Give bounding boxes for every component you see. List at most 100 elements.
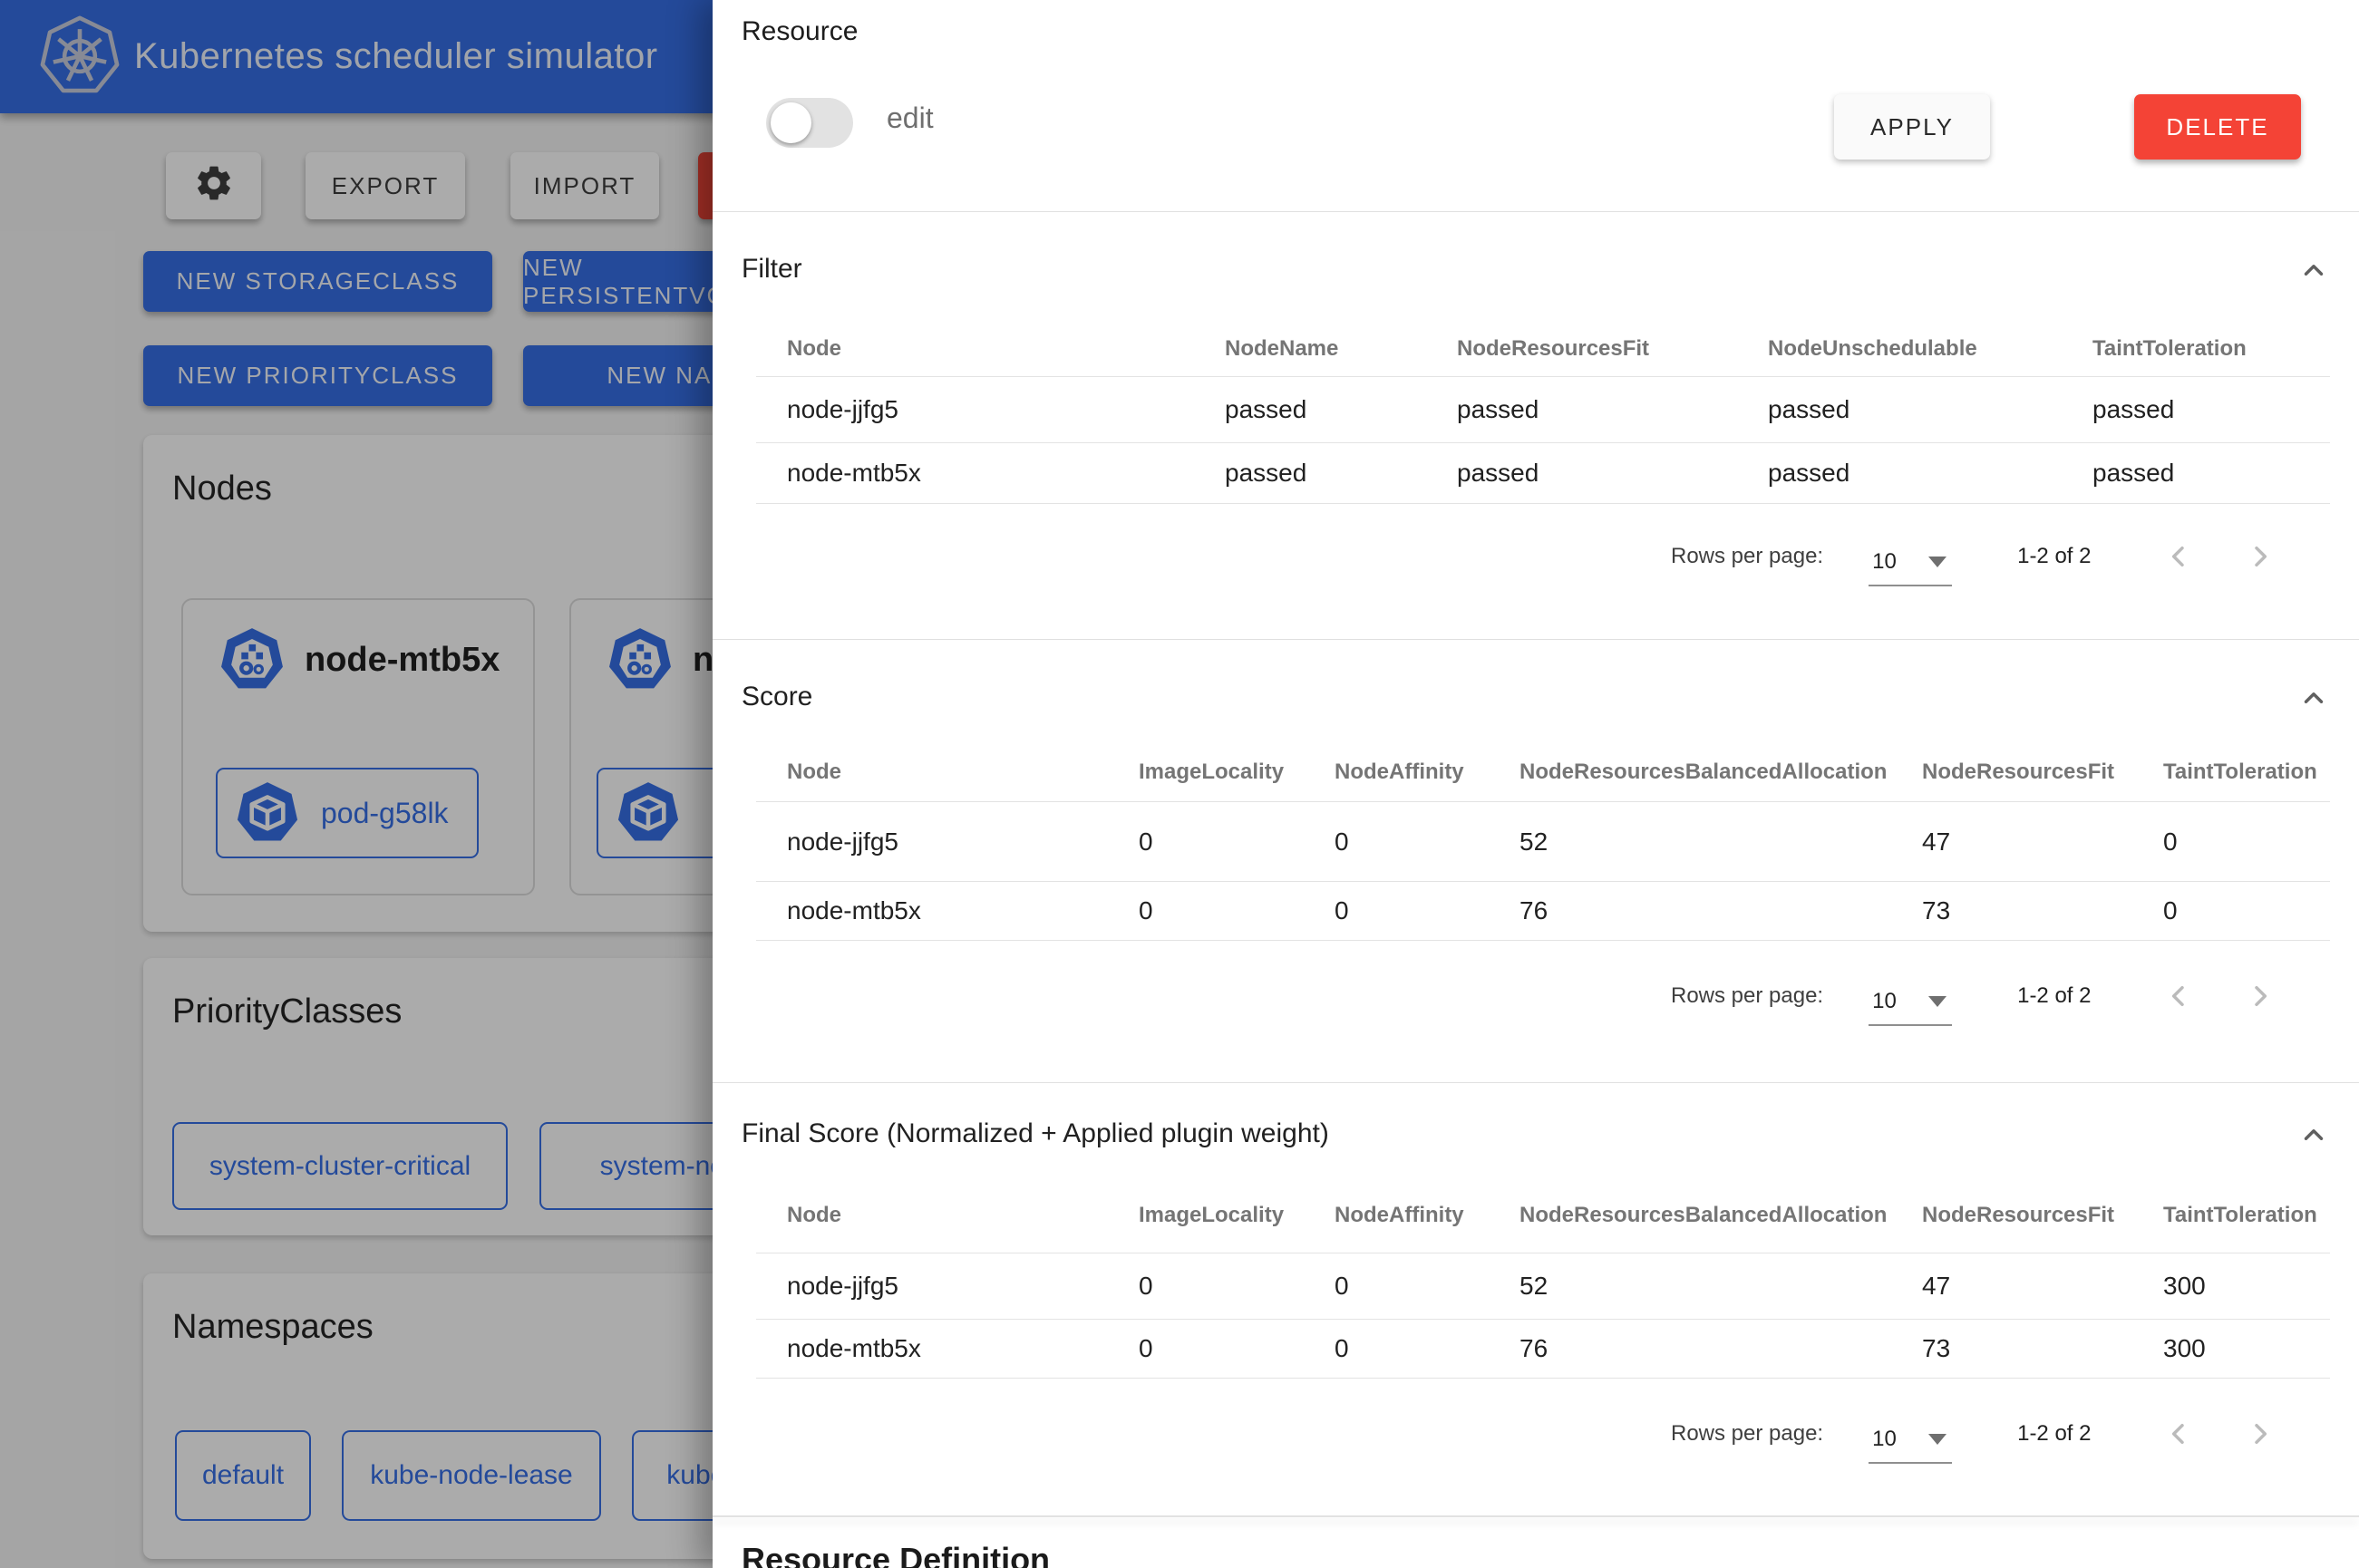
column-header: TaintToleration: [2092, 336, 2330, 362]
resource-definition-title: Resource Definition: [742, 1541, 1050, 1568]
rows-per-page-label: Rows per page:: [1671, 1421, 1823, 1447]
next-page-button[interactable]: [2242, 1416, 2278, 1452]
apply-button[interactable]: APPLY: [1834, 94, 1990, 160]
delete-button[interactable]: DELETE: [2134, 94, 2301, 160]
score-table: Node ImageLocality NodeAffinity NodeReso…: [756, 743, 2330, 941]
next-page-button[interactable]: [2242, 978, 2278, 1014]
table-row[interactable]: node-mtb5x 0 0 76 73 300: [756, 1320, 2330, 1379]
table-cell: passed: [2092, 395, 2330, 424]
score-pagination: Rows per page: 10 1-2 of 2: [1671, 976, 2278, 1016]
table-header-row: Node ImageLocality NodeAffinity NodeReso…: [756, 1178, 2330, 1253]
table-row[interactable]: node-jjfg5 0 0 52 47 300: [756, 1253, 2330, 1320]
screen: Kubernetes scheduler simulator EXPORT IM…: [0, 0, 2359, 1568]
final-score-table: Node ImageLocality NodeAffinity NodeReso…: [756, 1178, 2330, 1379]
column-header: ImageLocality: [1139, 760, 1335, 785]
table-cell: passed: [1768, 459, 2092, 488]
table-cell: 73: [1922, 896, 2163, 925]
chevron-up-icon: [2298, 255, 2329, 290]
final-score-section-title: Final Score (Normalized + Applied plugin…: [742, 1118, 1329, 1149]
table-cell: 0: [1335, 1272, 1519, 1301]
table-cell: 300: [2163, 1334, 2330, 1363]
table-cell: passed: [1225, 395, 1457, 424]
column-header: TaintToleration: [2163, 760, 2330, 785]
table-cell: 52: [1519, 828, 1922, 857]
table-cell: passed: [1768, 395, 2092, 424]
resource-drawer: Resource edit APPLY DELETE Filter Node N…: [713, 0, 2359, 1568]
rows-per-page-select[interactable]: 10: [1869, 1417, 1952, 1464]
table-cell: passed: [2092, 459, 2330, 488]
section-edge: [713, 1515, 2359, 1517]
table-cell: 47: [1922, 1272, 2163, 1301]
table-row[interactable]: node-mtb5x passed passed passed passed: [756, 443, 2330, 504]
collapse-final-score-button[interactable]: [2294, 1117, 2334, 1157]
filter-pagination: Rows per page: 10 1-2 of 2: [1671, 537, 2278, 576]
table-cell: 0: [1335, 896, 1519, 925]
edit-toggle-thumb: [771, 102, 811, 143]
table-cell: 0: [2163, 828, 2330, 857]
table-header-row: Node ImageLocality NodeAffinity NodeReso…: [756, 743, 2330, 802]
column-header: Node: [756, 336, 1225, 362]
chevron-up-icon: [2298, 1119, 2329, 1155]
column-header: NodeResourcesFit: [1457, 336, 1768, 362]
table-cell: node-mtb5x: [756, 1334, 1139, 1363]
table-cell: node-jjfg5: [756, 828, 1139, 857]
table-cell: 0: [1335, 1334, 1519, 1363]
chevron-up-icon: [2298, 682, 2329, 718]
table-cell: node-mtb5x: [756, 896, 1139, 925]
table-cell: 47: [1922, 828, 2163, 857]
column-header: NodeResourcesBalancedAllocation: [1519, 760, 1922, 785]
table-cell: 0: [1139, 896, 1335, 925]
column-header: Node: [756, 1203, 1139, 1228]
table-cell: 0: [2163, 896, 2330, 925]
table-cell: 0: [1335, 828, 1519, 857]
score-section-title: Score: [742, 682, 812, 712]
divider: [713, 211, 2359, 212]
filter-table: Node NodeName NodeResourcesFit NodeUnsch…: [756, 322, 2330, 504]
previous-page-button[interactable]: [2160, 1416, 2197, 1452]
column-header: ImageLocality: [1139, 1203, 1335, 1228]
divider: [713, 1082, 2359, 1083]
page-range: 1-2 of 2: [2017, 1421, 2101, 1447]
column-header: Node: [756, 760, 1139, 785]
page-range: 1-2 of 2: [2017, 983, 2101, 1009]
previous-page-button[interactable]: [2160, 978, 2197, 1014]
rows-per-page-select[interactable]: 10: [1869, 979, 1952, 1026]
table-row[interactable]: node-mtb5x 0 0 76 73 0: [756, 882, 2330, 941]
table-cell: passed: [1457, 459, 1768, 488]
dropdown-caret-icon: [1928, 1434, 1946, 1445]
table-cell: 73: [1922, 1334, 2163, 1363]
table-header-row: Node NodeName NodeResourcesFit NodeUnsch…: [756, 322, 2330, 377]
edit-toggle[interactable]: [766, 98, 853, 148]
rows-per-page-value: 10: [1872, 549, 1897, 575]
collapse-score-button[interactable]: [2294, 680, 2334, 720]
table-row[interactable]: node-jjfg5 passed passed passed passed: [756, 377, 2330, 443]
filter-section-title: Filter: [742, 254, 802, 285]
table-cell: 76: [1519, 896, 1922, 925]
rows-per-page-select[interactable]: 10: [1869, 539, 1952, 586]
table-cell: 300: [2163, 1272, 2330, 1301]
rows-per-page-value: 10: [1872, 989, 1897, 1014]
rows-per-page-value: 10: [1872, 1427, 1897, 1452]
next-page-button[interactable]: [2242, 538, 2278, 575]
column-header: NodeResourcesFit: [1922, 1203, 2163, 1228]
table-cell: passed: [1457, 395, 1768, 424]
column-header: TaintToleration: [2163, 1203, 2330, 1228]
edit-toggle-label: edit: [887, 102, 934, 135]
column-header: NodeName: [1225, 336, 1457, 362]
column-header: NodeAffinity: [1335, 760, 1519, 785]
collapse-filter-button[interactable]: [2294, 252, 2334, 292]
table-cell: node-jjfg5: [756, 1272, 1139, 1301]
table-cell: 76: [1519, 1334, 1922, 1363]
dropdown-caret-icon: [1928, 996, 1946, 1007]
column-header: NodeResourcesFit: [1922, 760, 2163, 785]
page-range: 1-2 of 2: [2017, 544, 2101, 569]
table-row[interactable]: node-jjfg5 0 0 52 47 0: [756, 802, 2330, 882]
final-score-pagination: Rows per page: 10 1-2 of 2: [1671, 1414, 2278, 1454]
table-cell: node-jjfg5: [756, 395, 1225, 424]
table-cell: passed: [1225, 459, 1457, 488]
column-header: NodeAffinity: [1335, 1203, 1519, 1228]
previous-page-button[interactable]: [2160, 538, 2197, 575]
drawer-title: Resource: [742, 16, 858, 47]
divider: [713, 639, 2359, 640]
column-header: NodeUnschedulable: [1768, 336, 2092, 362]
